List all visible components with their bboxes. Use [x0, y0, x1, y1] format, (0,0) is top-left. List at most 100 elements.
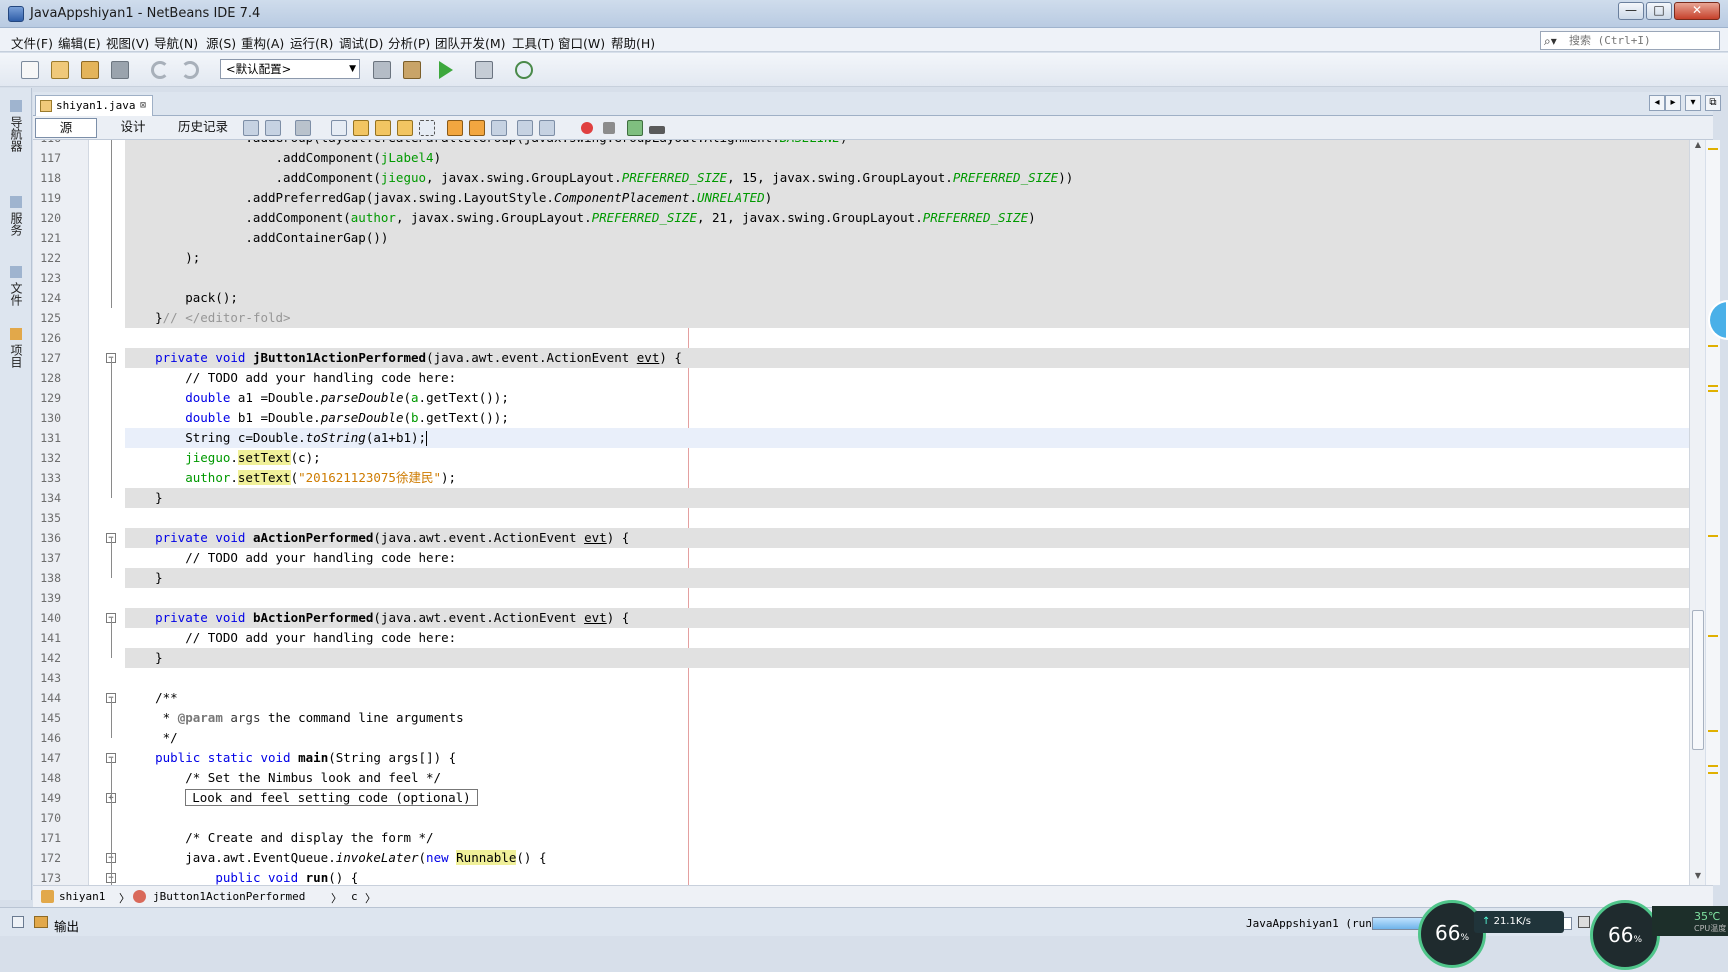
line-number: 138 [40, 571, 61, 585]
comment-icon[interactable] [627, 120, 643, 136]
stop-macro-icon[interactable] [603, 122, 615, 134]
menu-run[interactable]: 运行(R) [290, 33, 333, 52]
editor-tab-shiyan1[interactable]: shiyan1.java ⊠ [35, 95, 153, 117]
stripe-mark[interactable] [1708, 345, 1718, 347]
code-text: jieguo.setText(c); [185, 450, 321, 465]
menu-help[interactable]: 帮助(H) [611, 33, 655, 52]
toggle-highlight-icon[interactable] [397, 120, 413, 136]
side-tab-files[interactable]: 文件 [8, 266, 25, 306]
code-text: Look and feel setting code (optional) [125, 788, 1689, 808]
tab-history[interactable]: 历史记录 [165, 118, 241, 138]
code-text: private void bActionPerformed(java.awt.e… [125, 608, 1689, 628]
stripe-mark[interactable] [1708, 148, 1718, 150]
restore-window-icon[interactable] [12, 916, 24, 928]
menu-edit[interactable]: 编辑(E) [58, 33, 101, 52]
show-opened-documents-button[interactable]: ▾ [1685, 95, 1701, 111]
stripe-mark[interactable] [1708, 765, 1718, 767]
breadcrumb-method[interactable]: jButton1ActionPerformed [153, 890, 305, 903]
last-edit-icon[interactable] [243, 120, 259, 136]
cpu-temperature-widget: 35℃ CPU温度 [1652, 906, 1728, 936]
back-icon[interactable] [265, 120, 281, 136]
new-project-button[interactable] [48, 58, 72, 82]
output-window-tab[interactable]: 输出 [54, 916, 79, 935]
start-macro-icon[interactable] [581, 122, 593, 134]
minimize-button[interactable]: — [1618, 2, 1644, 20]
code-line: 125 }// </editor-fold> [33, 308, 1689, 328]
menu-tools[interactable]: 工具(T) [512, 33, 554, 52]
close-tab-icon[interactable]: ⊠ [140, 96, 146, 116]
hammer-icon [373, 61, 391, 79]
error-stripe[interactable] [1706, 140, 1720, 885]
stripe-mark[interactable] [1708, 772, 1718, 774]
menu-team[interactable]: 团队开发(M) [435, 33, 506, 52]
run-button[interactable] [436, 58, 460, 82]
new-file-button[interactable] [18, 58, 42, 82]
toggle-bookmark-icon[interactable] [491, 120, 507, 136]
side-tab-navigator[interactable]: 导航器 [8, 100, 25, 152]
menu-window[interactable]: 窗口(W) [558, 33, 605, 52]
side-tab-projects[interactable]: 项目 [8, 328, 25, 368]
cpu-gauge[interactable]: 66% [1590, 900, 1660, 970]
undo-button[interactable] [148, 58, 172, 82]
stripe-mark[interactable] [1708, 535, 1718, 537]
clean-build-button[interactable] [400, 58, 424, 82]
forward-icon[interactable] [295, 120, 311, 136]
redo-button[interactable] [178, 58, 202, 82]
scrollbar-thumb[interactable] [1692, 610, 1704, 750]
code-editor[interactable]: 116 .addGroup(layout.createParallelGroup… [33, 140, 1689, 885]
build-button[interactable] [370, 58, 394, 82]
search-input[interactable] [1569, 33, 1717, 48]
shift-left-icon[interactable] [517, 120, 533, 136]
code-line: 127 − private void jButton1ActionPerform… [33, 348, 1689, 368]
line-number: 131 [40, 431, 61, 445]
scroll-tabs-left-button[interactable]: ◂ [1649, 95, 1665, 111]
find-next-icon[interactable] [375, 120, 391, 136]
scroll-down-icon[interactable]: ▼ [1690, 871, 1706, 885]
scroll-tabs-right-button[interactable]: ▸ [1665, 95, 1681, 111]
menu-navigate[interactable]: 导航(N) [154, 33, 198, 52]
folded-code-box[interactable]: Look and feel setting code (optional) [185, 789, 478, 806]
toggle-selection-icon[interactable] [419, 120, 435, 136]
code-line: 124 pack(); [33, 288, 1689, 308]
configuration-select[interactable]: <默认配置> ▼ [220, 59, 360, 79]
uncomment-icon[interactable] [649, 126, 665, 134]
breadcrumb-variable[interactable]: c [351, 890, 358, 903]
code-text: double b1 =Double.parseDouble(b.getText(… [185, 410, 509, 425]
next-bookmark-icon[interactable] [469, 120, 485, 136]
code-line: 132 jieguo.setText(c); [33, 448, 1689, 468]
menu-source[interactable]: 源(S) [206, 33, 236, 52]
shift-right-icon[interactable] [539, 120, 555, 136]
line-number: 172 [40, 851, 61, 865]
stripe-mark[interactable] [1708, 390, 1718, 392]
search-field[interactable]: ⌕▾ [1540, 31, 1720, 50]
tab-source[interactable]: 源 [35, 118, 97, 138]
debug-button[interactable] [472, 58, 496, 82]
stripe-mark[interactable] [1708, 635, 1718, 637]
editor-vertical-scrollbar[interactable]: ▲ ▼ [1689, 140, 1705, 885]
maximize-button[interactable]: □ [1646, 2, 1672, 20]
open-project-button[interactable] [78, 58, 102, 82]
close-button[interactable]: ✕ [1674, 2, 1720, 20]
cancel-task-icon[interactable] [1578, 916, 1590, 928]
fold-guide-line [111, 698, 112, 738]
side-tab-services[interactable]: 服务 [8, 196, 25, 236]
menu-debug[interactable]: 调试(D) [339, 33, 383, 52]
menu-file[interactable]: 文件(F) [11, 33, 53, 52]
save-all-button[interactable] [108, 58, 132, 82]
menu-profile[interactable]: 分析(P) [388, 33, 430, 52]
scroll-up-icon[interactable]: ▲ [1690, 140, 1706, 154]
tab-design[interactable]: 设计 [107, 118, 159, 138]
menu-refactor[interactable]: 重构(A) [241, 33, 284, 52]
find-previous-icon[interactable] [353, 120, 369, 136]
maximize-window-button[interactable]: ⧉ [1705, 95, 1721, 111]
code-text: // TODO add your handling code here: [125, 550, 457, 565]
previous-bookmark-icon[interactable] [447, 120, 463, 136]
find-icon[interactable] [331, 120, 347, 136]
menu-view[interactable]: 视图(V) [106, 33, 149, 52]
breadcrumb-class[interactable]: shiyan1 [59, 890, 105, 903]
stripe-mark[interactable] [1708, 730, 1718, 732]
stripe-mark[interactable] [1708, 385, 1718, 387]
code-line: 171 /* Create and display the form */ [33, 828, 1689, 848]
profile-button[interactable] [512, 58, 536, 82]
